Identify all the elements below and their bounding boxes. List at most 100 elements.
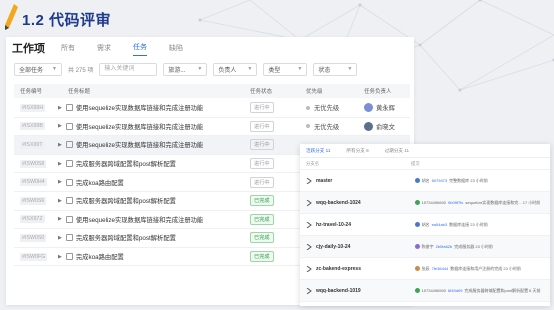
task-title-cell[interactable]: ▶ 完成koa路由配置 [54, 178, 250, 187]
branch-name[interactable]: cjy-daily-10-24 [316, 244, 415, 250]
status-badge[interactable]: 已完成 [250, 213, 274, 225]
chevron-down-icon: ▼ [347, 66, 353, 72]
task-status-cell: 已完成 [250, 213, 306, 225]
all-tasks-label: 全部任务 [19, 67, 44, 74]
task-icon [65, 160, 73, 168]
expand-caret-icon[interactable]: ▶ [58, 161, 62, 167]
task-title-cell[interactable]: ▶ 使用sequelize实现数据库链接和完成注册功能 [54, 140, 250, 149]
expand-caret-icon[interactable]: ▶ [58, 235, 62, 241]
branch-table-header: 分支名 提交 [300, 158, 550, 170]
latest-commit: 张辰 7fe36444 数据库连接和用户注册的完成 23 小时前 [414, 265, 550, 272]
task-title-cell[interactable]: ▶ 使用sequelize实现数据库链接和完成注册功能 [54, 215, 250, 224]
expand-caret-icon[interactable]: ▶ [58, 254, 62, 260]
branch-name[interactable]: master [316, 178, 415, 184]
status-badge[interactable]: 已完成 [250, 195, 274, 207]
task-icon [65, 197, 73, 205]
status-badge[interactable]: 进行中 [250, 176, 274, 188]
commit-message: 数据库连接 23 小时前 [449, 221, 488, 227]
task-status-cell: 已完成 [250, 195, 306, 207]
expand-caret-icon[interactable]: ▶ [58, 179, 62, 185]
task-title-cell[interactable]: ▶ 完成服务器跨域配置和post解析配置 [54, 159, 250, 168]
owner-cell[interactable]: 俞晓文 [364, 121, 410, 131]
task-id: #ISX99T [20, 140, 45, 149]
state-select[interactable]: 状态 ▼ [313, 62, 358, 76]
avatar [364, 103, 373, 113]
branch-name[interactable]: hz-travel-10-24 [316, 222, 415, 228]
status-badge[interactable]: 进行中 [250, 102, 274, 114]
priority-cell[interactable]: 无优先级 [306, 122, 364, 131]
commit-message: 数据库连接和用户注册的完成 23 小时前 [450, 265, 521, 271]
commit-author: 胡名 [421, 177, 430, 183]
task-id: #ISX99B [20, 122, 45, 131]
table-header: 任务编号 任务标题 任务状态 优先级 任务负责人 [14, 84, 410, 98]
tab-all[interactable]: 所有 [61, 43, 75, 56]
task-title-cell[interactable]: ▶ 完成服务器跨域配置和post解析配置 [54, 233, 250, 242]
commit-hash[interactable]: 6f40d09 [448, 288, 462, 293]
task-title-cell[interactable]: ▶ 使用sequelize实现数据库链接和完成注册功能 [54, 122, 250, 131]
branch-row[interactable]: wqq-backend-1024 15734496600 0b09f7fc seque… [300, 192, 550, 214]
commit-hash[interactable]: 0b09f7fc [448, 200, 463, 205]
column-commit: 提交 [411, 160, 420, 166]
status-badge[interactable]: 已完成 [250, 232, 274, 244]
status-badge[interactable]: 已完成 [250, 251, 274, 263]
task-title-cell[interactable]: ▶ 完成服务器跨域配置和post解析配置 [54, 196, 250, 205]
branch-name[interactable]: wqq-backend-1019 [316, 288, 415, 294]
task-title: 使用sequelize实现数据库链接和完成注册功能 [75, 216, 204, 224]
all-tasks-select[interactable]: 全部任务 ▼ [14, 62, 62, 76]
tab-all-branches[interactable]: 所有分支 8 [346, 148, 368, 154]
owner-cell[interactable]: 黄永辉 [364, 103, 410, 113]
type-label: 类型 [268, 67, 281, 74]
commit-message: 完成服务器 23 小时前 [454, 243, 493, 249]
page-title: 工作项 [12, 43, 45, 55]
task-title-cell[interactable]: ▶ 完成koa路由配置 [54, 252, 250, 261]
table-row[interactable]: #ISX99H ▶ 使用sequelize实现数据库链接和完成注册功能 进行中 无优先级… [14, 99, 410, 118]
task-icon [65, 122, 73, 130]
tab-tasks[interactable]: 任务 [133, 42, 147, 56]
branch-icon [306, 199, 312, 206]
column-status: 任务状态 [250, 89, 273, 95]
slide-title: 1.2 代码评审 [22, 12, 112, 29]
status-badge[interactable]: 进行中 [250, 158, 274, 170]
branch-row[interactable]: master 胡名 5079473 完整数据库 23 小时前 [300, 170, 550, 192]
branch-row[interactable]: cjy-daily-10-24 陈俊宇 2b0fa62b 完成服务器 23 小时前 [300, 236, 550, 258]
branch-name[interactable]: wqq-backend-1024 [316, 200, 415, 206]
owner-select[interactable]: 负责人 ▼ [213, 62, 258, 76]
status-badge[interactable]: 进行中 [250, 139, 274, 151]
commit-hash[interactable]: 7fe36444 [432, 266, 449, 271]
branch-row[interactable]: hz-travel-10-24 胡名 ea54ab3 数据库连接 23 小时前 [300, 214, 550, 236]
expand-caret-icon[interactable]: ▶ [58, 105, 62, 111]
expand-caret-icon[interactable]: ▶ [58, 142, 62, 148]
expand-caret-icon[interactable]: ▶ [58, 198, 62, 204]
task-title-cell[interactable]: ▶ 使用sequelize实现数据库链接和完成注册功能 [54, 103, 250, 112]
type-select[interactable]: 类型 ▼ [263, 62, 308, 76]
task-title: 完成koa路由配置 [75, 254, 124, 262]
task-icon [65, 253, 73, 261]
column-branch: 分支名 [306, 160, 320, 166]
status-badge[interactable]: 进行中 [250, 120, 274, 132]
table-row[interactable]: #ISX99B ▶ 使用sequelize实现数据库链接和完成注册功能 进行中 无优先级… [14, 118, 410, 137]
branch-row[interactable]: wqq-backend-1019 15734496500 6f40d09 完成服务器跨… [300, 280, 550, 302]
priority-cell[interactable]: 无优先级 [306, 103, 364, 112]
expand-caret-icon[interactable]: ▶ [58, 216, 62, 222]
expand-caret-icon[interactable]: ▶ [58, 123, 62, 129]
branch-name[interactable]: zc-bakend-express [316, 266, 415, 272]
commit-hash[interactable]: ea54ab3 [432, 222, 448, 227]
commit-hash[interactable]: 2b0fa62b [436, 244, 453, 249]
task-id: #ISX97Z [20, 215, 45, 224]
filter-bar: 全部任务 ▼ 共 275 项 旅游... ▼ 负责人 ▼ 类型 ▼ 状态 ▼ [14, 61, 363, 77]
tab-requirements[interactable]: 需求 [97, 43, 111, 56]
tab-stale-branches[interactable]: 过期分支 11 [385, 148, 409, 154]
iteration-select[interactable]: 旅游... ▼ [163, 62, 208, 76]
tab-defects[interactable]: 缺陷 [169, 43, 183, 56]
commit-author: 胡名 [421, 221, 430, 227]
owner-name: 黄永辉 [376, 105, 395, 113]
task-icon [65, 215, 73, 223]
task-id: #ISW0S6 [20, 196, 47, 205]
search-input[interactable] [99, 62, 158, 76]
branch-row[interactable]: zc-bakend-express 张辰 7fe36444 数据库连接和用户注册的完成… [300, 258, 550, 280]
task-status-cell: 进行中 [250, 120, 306, 132]
commit-hash[interactable]: 5079473 [432, 178, 448, 183]
tab-active-branches[interactable]: 活跃分支 11 [306, 148, 330, 154]
chevron-down-icon: ▼ [52, 66, 57, 72]
avatar [414, 288, 420, 293]
